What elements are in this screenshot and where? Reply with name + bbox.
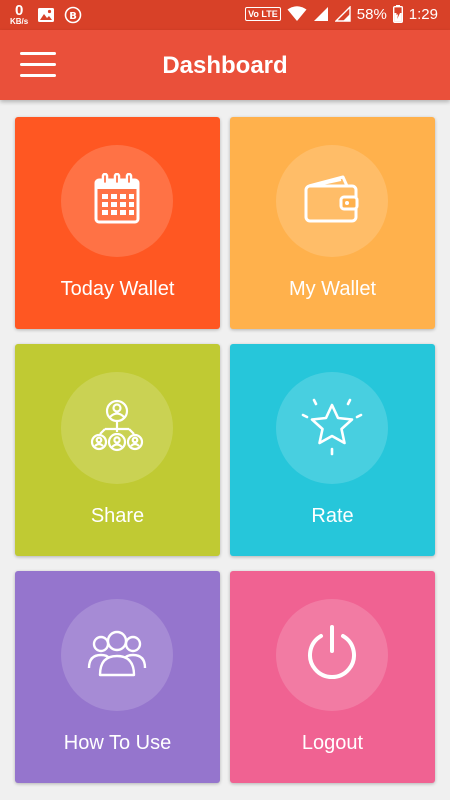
battery-percent: 58% bbox=[356, 5, 387, 23]
share-people-icon bbox=[89, 399, 145, 458]
how-to-use-label: How To Use bbox=[63, 732, 172, 754]
logout-tile[interactable]: Logout bbox=[230, 571, 435, 783]
signal-2-icon bbox=[334, 6, 351, 22]
image-notification-icon bbox=[37, 7, 55, 23]
today-wallet-tile[interactable]: Today Wallet bbox=[15, 117, 220, 329]
volte-badge: Vo LTE bbox=[245, 7, 281, 21]
my-wallet-label: My Wallet bbox=[288, 278, 377, 300]
rate-tile[interactable]: Rate bbox=[230, 344, 435, 556]
rate-label: Rate bbox=[311, 505, 354, 527]
icon-circle bbox=[276, 145, 388, 257]
how-to-use-tile[interactable]: How To Use bbox=[15, 571, 220, 783]
page-title: Dashboard bbox=[162, 52, 288, 79]
power-icon bbox=[304, 624, 360, 687]
clock: 1:29 bbox=[408, 5, 438, 23]
svg-text:B: B bbox=[69, 11, 77, 22]
signal-icon bbox=[313, 6, 329, 22]
share-label: Share bbox=[90, 505, 145, 527]
icon-circle bbox=[276, 372, 388, 484]
today-wallet-label: Today Wallet bbox=[60, 278, 175, 300]
icon-circle bbox=[61, 599, 173, 711]
network-speed-value: 0 bbox=[14, 2, 24, 19]
logout-label: Logout bbox=[301, 732, 364, 754]
star-icon bbox=[301, 395, 363, 462]
status-bar: 0 KB/s B Vo LTE 58% 1:29 bbox=[0, 0, 450, 30]
app-bar: Dashboard bbox=[0, 30, 450, 100]
my-wallet-tile[interactable]: My Wallet bbox=[230, 117, 435, 329]
battery-charging-icon bbox=[392, 5, 403, 23]
calendar-icon bbox=[93, 172, 141, 230]
share-tile[interactable]: Share bbox=[15, 344, 220, 556]
b-app-notification-icon: B bbox=[64, 6, 82, 24]
wallet-icon bbox=[303, 174, 361, 229]
wifi-icon bbox=[287, 6, 307, 22]
icon-circle bbox=[61, 372, 173, 484]
network-speed: 0 KB/s bbox=[10, 3, 28, 26]
icon-circle bbox=[61, 145, 173, 257]
group-users-icon bbox=[86, 628, 148, 683]
icon-circle bbox=[276, 599, 388, 711]
network-speed-unit: KB/s bbox=[10, 17, 29, 26]
